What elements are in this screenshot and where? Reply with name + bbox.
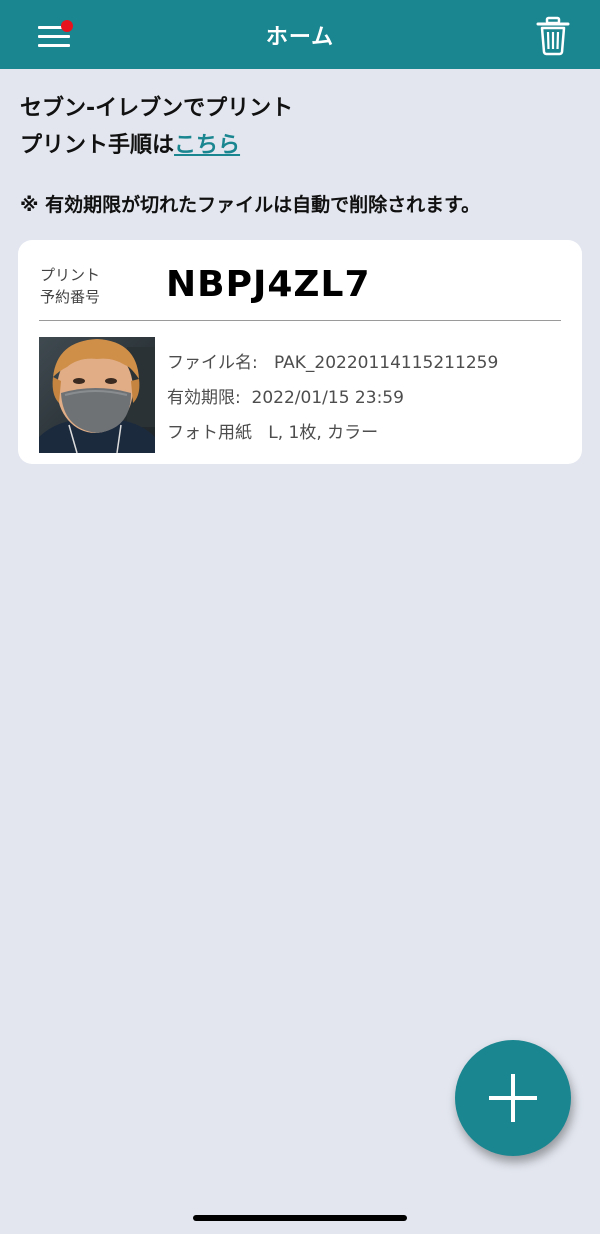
- paper-row: フォト用紙 L, 1枚, カラー: [167, 416, 498, 451]
- paper-value: L, 1枚, カラー: [268, 423, 379, 443]
- file-name-label: ファイル名:: [167, 353, 258, 373]
- reservation-number: NBPJ4ZL7: [166, 264, 371, 305]
- home-indicator: [193, 1215, 407, 1221]
- expiry-notice: ※ 有効期限が切れたファイルは自動で削除されます。: [20, 194, 481, 216]
- divider: [39, 320, 561, 321]
- expiry-label: 有効期限:: [167, 388, 241, 408]
- print-instructions-line: プリント手順はこちら: [20, 127, 590, 164]
- add-file-button[interactable]: [455, 1040, 571, 1156]
- file-name-row: ファイル名: PAK_20220114115211259: [167, 346, 498, 381]
- print-reservation-card[interactable]: プリント 予約番号 NBPJ4ZL7 ファイル名: PAK_2022011411…: [18, 240, 582, 464]
- expiry-value: 2022/01/15 23:59: [251, 388, 404, 408]
- photo-image: [39, 337, 155, 453]
- delete-button[interactable]: [534, 16, 572, 56]
- file-details: ファイル名: PAK_20220114115211259 有効期限: 2022/…: [167, 346, 498, 451]
- label-line-2: 予約番号: [40, 288, 101, 306]
- instructions-label: プリント手順は: [20, 133, 175, 158]
- label-line-1: プリント: [40, 266, 101, 284]
- expiry-row: 有効期限: 2022/01/15 23:59: [167, 381, 498, 416]
- print-service-title: セブン-イレブンでプリント: [20, 96, 294, 121]
- instructions-link[interactable]: こちら: [174, 133, 240, 158]
- page-title: ホーム: [265, 25, 335, 50]
- photo-thumbnail[interactable]: [39, 337, 155, 453]
- app-header: ホーム: [0, 0, 600, 69]
- reservation-number-label: プリント 予約番号: [40, 264, 100, 308]
- print-info: セブン-イレブンでプリント プリント手順はこちら: [20, 90, 590, 164]
- plus-icon-vertical: [511, 1074, 515, 1122]
- file-name-value: PAK_20220114115211259: [273, 353, 499, 373]
- trash-icon: [536, 16, 570, 56]
- paper-label: フォト用紙: [167, 423, 252, 443]
